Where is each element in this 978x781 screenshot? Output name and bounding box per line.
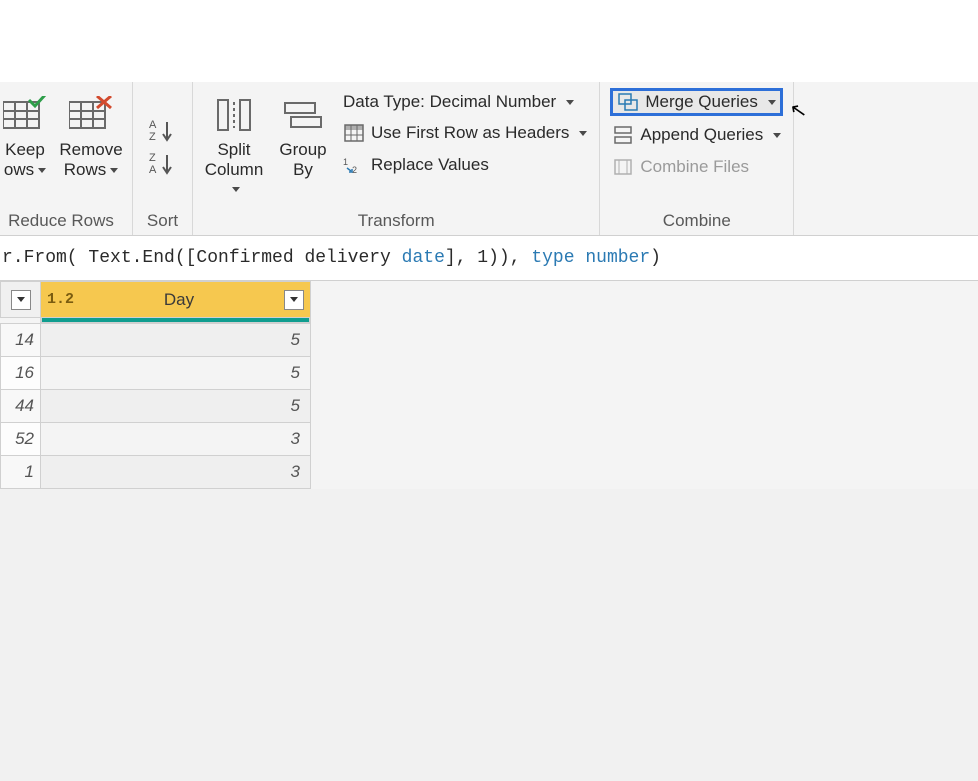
table-row[interactable]: 52 3: [1, 423, 311, 456]
row-index: 44: [1, 390, 41, 423]
formula-text-mid: ], 1)),: [445, 248, 531, 268]
formula-text-kw2: number: [585, 248, 650, 268]
group-by-label: Group By: [279, 140, 326, 179]
split-column-icon: [214, 90, 254, 138]
remove-rows-label: Remove Rows: [59, 140, 122, 179]
column-quality-bar: [41, 318, 310, 323]
cell-value[interactable]: 3: [41, 423, 311, 456]
row-index: 52: [1, 423, 41, 456]
formula-text-field: date: [402, 248, 445, 268]
svg-text:A: A: [149, 164, 157, 175]
keep-rows-button[interactable]: Keep ows: [0, 88, 50, 179]
data-type-dropdown[interactable]: Data Type: Decimal Number: [341, 90, 589, 114]
formula-text-post: ): [650, 248, 661, 268]
append-queries-label: Append Queries: [640, 125, 763, 145]
ribbon: Keep ows Remove Rows Reduce Row: [0, 82, 978, 236]
split-column-button[interactable]: Split Column: [203, 88, 265, 199]
first-row-headers-label: Use First Row as Headers: [371, 123, 569, 143]
append-queries-button[interactable]: Append Queries: [610, 122, 783, 148]
group-reduce-rows: Keep ows Remove Rows Reduce Row: [0, 82, 133, 235]
replace-values-icon: 1 2: [343, 154, 365, 176]
keep-rows-icon: [3, 90, 47, 138]
svg-text:2: 2: [352, 165, 357, 174]
data-grid: 1.2 Day 14 5 16 5 44 5 52 3 1: [0, 281, 978, 489]
column-name: Day: [80, 290, 278, 310]
replace-values-label: Replace Values: [371, 155, 489, 175]
row-index: 16: [1, 357, 41, 390]
row-index: 1: [1, 456, 41, 489]
formula-text-pre: r.From( Text.End([Confirmed delivery: [2, 248, 402, 268]
table-row[interactable]: 1 3: [1, 456, 311, 489]
merge-queries-label: Merge Queries: [645, 92, 757, 112]
svg-text:Z: Z: [149, 152, 156, 164]
column-filter-dropdown[interactable]: [284, 290, 304, 310]
svg-text:Z: Z: [149, 131, 156, 142]
table-row[interactable]: 44 5: [1, 390, 311, 423]
formula-bar[interactable]: r.From( Text.End([Confirmed delivery dat…: [0, 236, 978, 281]
merge-queries-button[interactable]: Merge Queries: [610, 88, 783, 116]
table-row[interactable]: 16 5: [1, 357, 311, 390]
remove-rows-icon: [69, 90, 113, 138]
sort-asc-button[interactable]: A Z: [149, 118, 177, 147]
cell-value[interactable]: 3: [41, 456, 311, 489]
svg-text:A: A: [149, 119, 157, 131]
cell-value[interactable]: 5: [41, 390, 311, 423]
combine-files-button: Combine Files: [610, 154, 783, 180]
formula-text-kw1: type: [531, 248, 574, 268]
merge-queries-icon: [617, 91, 639, 113]
cell-value[interactable]: 5: [41, 357, 311, 390]
sort-desc-button[interactable]: Z A: [149, 151, 177, 180]
cell-value[interactable]: 5: [41, 324, 311, 357]
svg-text:1: 1: [343, 157, 348, 167]
row-index-header[interactable]: [1, 282, 41, 318]
keep-rows-label: Keep ows: [4, 140, 46, 179]
first-row-headers-button[interactable]: Use First Row as Headers: [341, 120, 589, 146]
column-type-badge: 1.2: [47, 291, 74, 308]
remove-rows-button[interactable]: Remove Rows: [60, 88, 122, 179]
combine-files-label: Combine Files: [640, 157, 749, 177]
split-column-label: Split Column: [203, 140, 265, 199]
group-combine: Merge Queries Append Queries Combine Fil…: [600, 82, 794, 235]
row-index-dropdown[interactable]: [11, 290, 31, 310]
row-index: 14: [1, 324, 41, 357]
table-row[interactable]: 14 5: [1, 324, 311, 357]
group-label-sort: Sort: [143, 209, 182, 231]
group-by-icon: [283, 90, 323, 138]
data-type-label: Data Type: Decimal Number: [343, 92, 556, 112]
append-queries-icon: [612, 124, 634, 146]
replace-values-button[interactable]: 1 2 Replace Values: [341, 152, 589, 178]
group-transform: Split Column Group By Data Type: Decimal…: [193, 82, 600, 235]
combine-files-icon: [612, 156, 634, 178]
table-headers-icon: [343, 122, 365, 144]
group-sort: A Z Z A Sort: [133, 82, 193, 235]
group-label-transform: Transform: [203, 209, 589, 231]
group-by-button[interactable]: Group By: [275, 88, 331, 179]
group-label-reduce-rows: Reduce Rows: [0, 209, 122, 231]
group-label-combine: Combine: [610, 209, 783, 231]
column-header-day[interactable]: 1.2 Day: [41, 282, 311, 318]
